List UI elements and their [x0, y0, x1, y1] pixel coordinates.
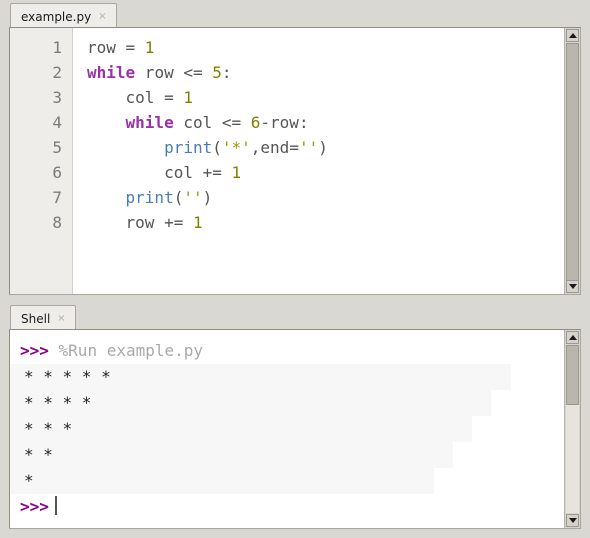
code-text-area[interactable]: row = 1 while row <= 5: col = 1 while col…: [74, 28, 564, 294]
line-number: 1: [52, 38, 62, 57]
code-line: row += 1: [87, 210, 564, 235]
shell-line: * * * * *: [10, 364, 564, 390]
scroll-up-arrow-icon[interactable]: [566, 29, 579, 42]
line-number: 6: [52, 163, 62, 182]
shell-prompt: >>>: [20, 341, 49, 360]
shell-line: >>> %Run example.py: [20, 338, 564, 364]
line-number: 2: [52, 63, 62, 82]
code-editor[interactable]: 12345678 row = 1 while row <= 5: col = 1 …: [9, 27, 581, 295]
code-line: while col <= 6-row:: [87, 110, 564, 135]
code-token-plain: ): [202, 188, 213, 207]
code-token-num: 6: [250, 113, 261, 132]
code-token-kw: while: [87, 63, 136, 82]
code-token-plain: (: [212, 138, 222, 157]
code-token-fn: print: [125, 188, 174, 207]
tab-example-py[interactable]: example.py ×: [10, 3, 117, 28]
tab-shell[interactable]: Shell ×: [10, 305, 76, 330]
shell-line: * *: [10, 442, 564, 468]
scroll-up-arrow-icon[interactable]: [566, 331, 579, 344]
code-token-plain: (: [173, 188, 184, 207]
code-token-plain: ,end=: [250, 138, 299, 157]
shell-output-text: *: [10, 468, 434, 494]
code-token-num: 1: [144, 38, 155, 57]
shell-scrollbar-thumb[interactable]: [566, 345, 579, 405]
code-line: col = 1: [87, 85, 564, 110]
editor-vertical-scrollbar[interactable]: [564, 28, 580, 294]
tab-shell-label: Shell: [21, 311, 51, 326]
code-token-plain: col <=: [173, 113, 251, 132]
code-line: row = 1: [87, 35, 564, 60]
code-token-plain: row <=: [135, 63, 213, 82]
text-cursor: [54, 496, 57, 515]
thonny-ide-window: example.py × 12345678 row = 1 while row <…: [0, 0, 590, 538]
shell-line: * * * *: [10, 390, 564, 416]
code-token-plain: ): [318, 138, 328, 157]
line-number: 8: [52, 213, 62, 232]
code-token-str: '': [298, 138, 319, 157]
tab-example-py-label: example.py: [21, 9, 92, 24]
code-token-plain: :: [221, 63, 232, 82]
scroll-down-arrow-icon[interactable]: [566, 280, 579, 293]
line-number: 4: [52, 113, 62, 132]
shell-line: >>>: [20, 494, 564, 520]
shell-line: * * *: [10, 416, 564, 442]
shell-text-area[interactable]: >>> %Run example.py * * * * * * * * * * * *…: [10, 330, 564, 528]
code-line: while row <= 5:: [87, 60, 564, 85]
shell-output-text: * * *: [10, 416, 473, 442]
shell-output-text: * * * *: [10, 390, 492, 416]
shell-panel[interactable]: >>> %Run example.py * * * * * * * * * * * *…: [9, 329, 581, 529]
code-token-plain: col +=: [87, 163, 232, 182]
line-number: 3: [52, 88, 62, 107]
code-token-plain: col =: [87, 88, 184, 107]
code-token-fn: print: [164, 138, 213, 157]
shell-line: *: [10, 468, 564, 494]
shell-prompt: >>>: [20, 497, 49, 516]
close-icon[interactable]: ×: [57, 313, 65, 324]
shell-tabstrip: Shell ×: [0, 302, 590, 330]
close-icon[interactable]: ×: [98, 11, 106, 22]
line-number: 5: [52, 138, 62, 157]
shell-scrollbar-track[interactable]: [566, 345, 579, 513]
line-number: 7: [52, 188, 62, 207]
scroll-down-arrow-icon[interactable]: [566, 514, 579, 527]
line-number-gutter: 1 2 3 4 5 6 7 8: [10, 28, 73, 294]
code-token-num: 1: [192, 213, 203, 232]
code-token-plain: row +=: [87, 213, 193, 232]
editor-scrollbar-thumb[interactable]: [566, 43, 579, 287]
code-token-num: 1: [231, 163, 242, 182]
code-token-str: '*': [221, 138, 251, 157]
code-token-plain: row =: [87, 38, 145, 57]
code-token-num: 1: [183, 88, 193, 107]
editor-scrollbar-track[interactable]: [566, 43, 579, 287]
shell-output-text: * *: [10, 442, 453, 468]
code-line: col += 1: [87, 160, 564, 185]
code-token-num: 5: [212, 63, 222, 82]
code-line: print(''): [87, 185, 564, 210]
shell-command-text: %Run example.py: [48, 341, 204, 360]
shell-vertical-scrollbar[interactable]: [564, 330, 580, 528]
code-token-str: '': [183, 188, 203, 207]
shell-output-text: * * * * *: [10, 364, 511, 390]
editor-tabstrip: example.py ×: [0, 0, 590, 28]
code-line: print('*',end=''): [87, 135, 564, 160]
code-token-kw: while: [125, 113, 174, 132]
code-token-plain: -row:: [260, 113, 309, 132]
